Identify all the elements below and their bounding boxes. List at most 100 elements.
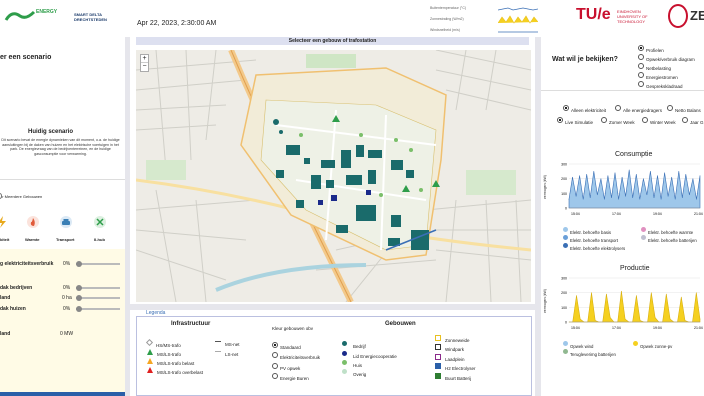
icon-flame-label: Warmte [25,237,40,242]
prod-pv-dot-icon [633,341,638,347]
slider-track-1[interactable] [76,287,120,289]
color-by-radio-3[interactable] [272,372,278,379]
period-option-3[interactable]: Jaar G [682,111,704,129]
period-option-0[interactable]: Live Simulatie [557,111,593,129]
data-point [657,175,658,176]
slider-label-2: land [0,295,11,301]
production-title: Productie [620,265,650,272]
production-chart[interactable]: 0 100 200 300 15:04 17:04 19:04 21:04 [555,275,704,331]
overig-dot-icon [342,369,347,375]
icon-bolt[interactable] [0,215,8,228]
period-radio-3[interactable] [682,116,688,123]
color-by-option-3[interactable]: Energie Buren [272,367,309,385]
data-point [689,194,690,196]
legend-box: Infrastructuur HS/MS-trafo MS/LS-trafo M… [136,316,532,396]
icon-hub-label: II-hub [94,237,105,242]
production-ylabel: vermogen (kW) [542,289,547,313]
x-tick-label: 15:04 [571,326,580,330]
color-by-title: Kleur gebouwen obv [272,326,314,331]
data-point [568,198,570,200]
ze-logo-text: ZE [690,8,704,23]
slider-track-3[interactable] [76,308,120,310]
buildings-checkbox[interactable] [0,193,2,199]
data-point [643,178,644,179]
data-point [696,292,697,293]
period-option-1[interactable]: Zomer Week [601,111,635,129]
bottom-strip [0,392,125,396]
consumption-chart[interactable]: 0 100 200 300 15:04 17:04 19:04 21:04 [555,161,704,217]
map-title: Selecteer een gebouw of trafostation [136,37,529,45]
building-item-3: Overig [342,363,366,381]
weather-wind-label: Windsnelheid (m/s) [430,28,460,32]
separator-right [541,90,704,91]
data-point [609,317,611,318]
y-tick-label: 200 [561,177,567,181]
view-radio-4[interactable] [638,80,644,87]
data-point [681,296,682,298]
prod-batterij-dot-icon [563,349,568,355]
x-tick-label: 15:04 [571,212,580,216]
slider-value-0: 0% [63,261,71,267]
consumption-title: Consumptie [615,151,653,158]
data-point [692,178,694,179]
data-point [625,196,626,197]
carrier-radio-1[interactable] [615,104,621,111]
zoom-out-button[interactable]: − [141,63,148,71]
building-label-8: Buurt Batterij [445,376,472,381]
period-radio-0[interactable] [557,116,563,123]
buildings-title: Gebouwen [385,321,416,327]
bolt-icon [0,216,6,228]
data-point [614,172,616,174]
prod-legend-1: Opwek zonne-pv [633,335,672,353]
current-scenario-title: Huidig scenario [28,129,74,135]
ze-logo [668,4,688,28]
slider-value-1: 0% [63,285,71,291]
period-option-2[interactable]: Winter Week [642,111,676,129]
hub-icon [94,216,106,228]
data-point [678,171,680,172]
building-item-8: Buurt Batterij [435,367,471,385]
data-point [600,178,602,179]
period-radio-2[interactable] [642,116,648,123]
building-label-3: Overig [353,372,367,377]
carrier-radio-0[interactable] [563,104,569,111]
map-canvas[interactable]: + − [136,50,531,302]
carrier-radio-2[interactable] [667,104,673,111]
period-label-1: Zomer Week [609,120,635,125]
ls-net-line-icon [215,351,221,353]
data-point [664,172,665,174]
weather-sparklines [498,7,538,33]
x-tick-label: 21:04 [694,212,703,216]
data-point [699,318,701,320]
x-tick-label: 19:04 [653,212,662,216]
zoom-in-button[interactable]: + [141,55,148,63]
data-point [685,174,687,175]
data-point [579,318,581,320]
data-point [572,176,573,178]
icon-hub[interactable] [94,215,106,228]
map-graphic[interactable] [136,50,531,302]
slider-knob-3[interactable] [76,306,82,312]
data-point [611,197,612,198]
icon-flame[interactable] [27,215,39,228]
period-radio-1[interactable] [601,116,607,123]
left-panel: er een scenario Huidig scenario Dit scen… [0,37,125,396]
icon-car[interactable] [60,215,72,228]
x-tick-label: 19:04 [653,326,662,330]
slider-knob-0[interactable] [76,261,82,267]
slider-track-2[interactable] [76,297,120,299]
data-point [669,318,671,320]
slider-knob-2[interactable] [76,295,82,301]
data-point [618,198,619,200]
consumption-ylabel: vermogen (kW) [542,175,547,199]
view-question: Wat wil je bekijken? [552,56,618,63]
slider-track-0[interactable] [76,263,120,265]
slider-knob-1[interactable] [76,285,82,291]
tue-logo: TU/e [576,6,611,23]
data-point [594,320,596,321]
line-label-1: LS-net [225,352,239,357]
slider-label-1: dak bedrijven [0,285,33,291]
map-panel: Selecteer een gebouw of trafostation + − [130,37,535,304]
x-tick-label: 17:04 [612,326,621,330]
current-scenario-text: Dit scenario bevat de energie dynamieken… [1,138,120,156]
